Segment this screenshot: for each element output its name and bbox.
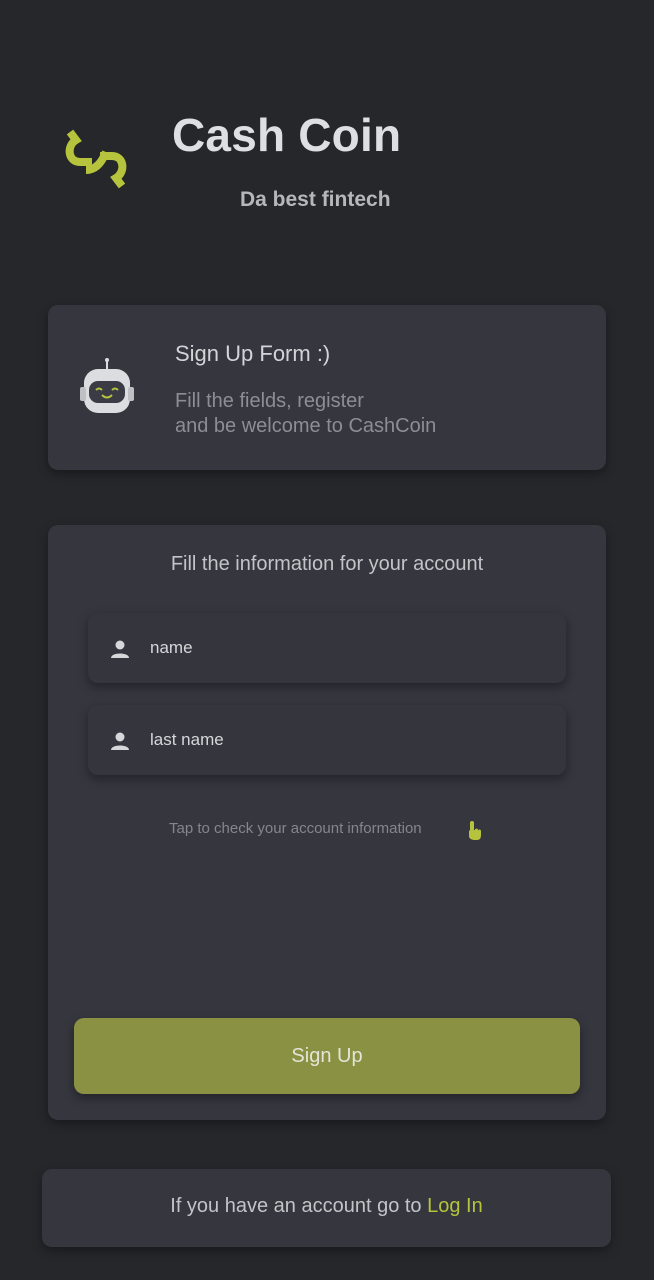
login-prompt-text: If you have an account go to [170, 1195, 428, 1217]
tap-hand-icon[interactable] [465, 819, 483, 841]
app-title: Cash Coin [172, 109, 402, 161]
last-name-input[interactable] [150, 705, 550, 775]
intro-line-2: and be welcome to CashCoin [175, 415, 437, 437]
app-subtitle: Da best fintech [240, 188, 391, 211]
sign-up-button[interactable]: Sign Up [74, 1018, 580, 1094]
person-icon [111, 640, 129, 658]
tap-check-account-hint[interactable]: Tap to check your account information [169, 820, 422, 837]
intro-description: Fill the fields, register and be welcome… [175, 389, 436, 439]
signup-form-card: Fill the information for your account Ta… [48, 525, 606, 1120]
last-name-field[interactable] [88, 705, 566, 775]
name-field[interactable] [88, 613, 566, 683]
person-icon [111, 732, 129, 750]
login-prompt-card: If you have an account go to Log In [42, 1169, 611, 1247]
name-input[interactable] [150, 613, 550, 683]
intro-title: Sign Up Form :) [175, 341, 331, 366]
login-prompt: If you have an account go to Log In [42, 1195, 611, 1218]
intro-card: Sign Up Form :) Fill the fields, registe… [48, 305, 606, 470]
log-in-link[interactable]: Log In [427, 1195, 483, 1217]
cash-coin-logo-icon [65, 129, 127, 189]
form-heading: Fill the information for your account [170, 553, 484, 575]
intro-line-1: Fill the fields, register [175, 390, 364, 412]
robot-icon [80, 358, 134, 413]
